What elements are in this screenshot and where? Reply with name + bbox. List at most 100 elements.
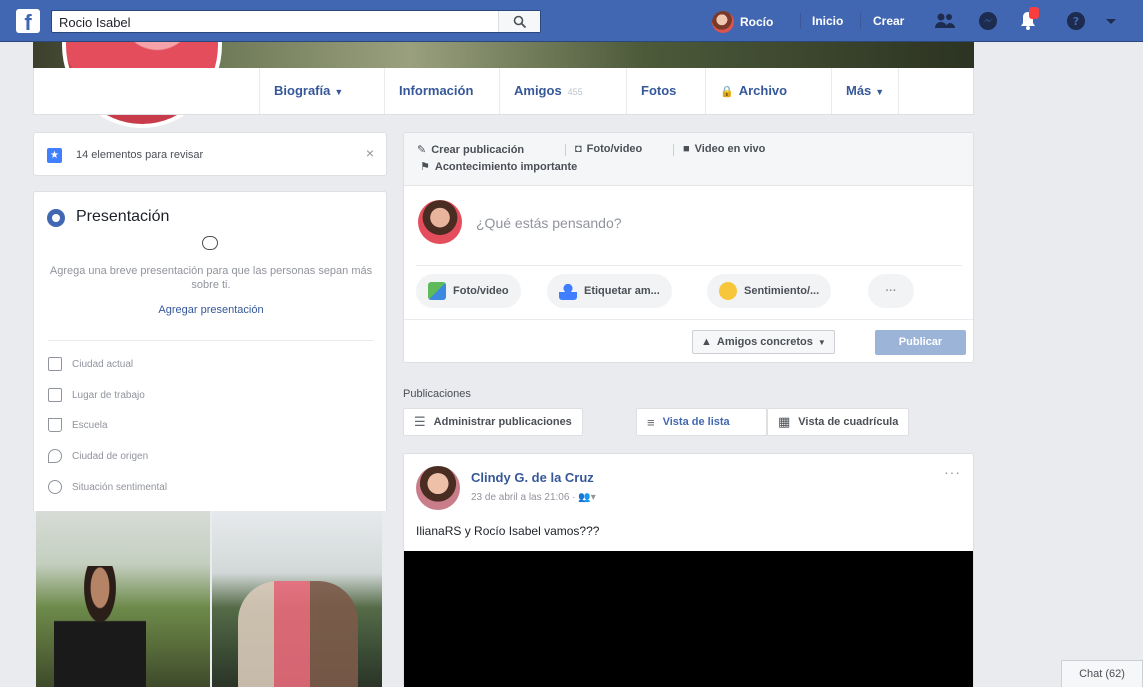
manage-posts-button[interactable]: ☰ Administrar publicaciones [403, 408, 583, 436]
graduation-cap-icon [48, 418, 62, 432]
close-icon[interactable]: × [366, 145, 374, 161]
nav-user-name: Rocío [740, 15, 774, 29]
photo-video-option[interactable]: ◘ Foto/video [575, 143, 642, 155]
intro-item-workplace[interactable]: Lugar de trabajo [48, 387, 145, 403]
briefcase-icon [48, 388, 62, 402]
facebook-logo-icon[interactable]: f [16, 9, 40, 33]
button-label: Foto/video [453, 285, 509, 297]
chevron-down-icon: ▼ [875, 87, 885, 97]
post-video[interactable] [404, 551, 973, 687]
avatar[interactable] [416, 466, 460, 510]
intro-card: Presentación Agrega una breve presentaci… [33, 191, 387, 511]
photo-thumbnail[interactable] [36, 511, 210, 687]
more-options-button[interactable]: ··· [868, 274, 914, 308]
button-label: Sentimiento/... [744, 285, 820, 297]
list-view-button[interactable]: ≡ Vista de lista [636, 408, 767, 436]
nav-create-link[interactable]: Crear [873, 14, 904, 28]
create-post-option[interactable]: ✎ Crear publicación [417, 143, 524, 157]
more-dots-icon: ··· [885, 285, 897, 297]
tab-friends[interactable]: Amigos 455 [499, 68, 597, 114]
items-to-review-card[interactable]: ★ 14 elementos para revisar × [33, 132, 387, 176]
divider [673, 144, 674, 156]
search-icon [513, 15, 527, 29]
intro-item-label: Lugar de trabajo [72, 389, 145, 401]
tag-friends-button[interactable]: Etiquetar am... [547, 274, 672, 308]
composer-options: ✎ Crear publicación ◘ Foto/video ■ Video en… [404, 133, 973, 186]
photo-video-button[interactable]: Foto/video [416, 274, 521, 308]
publish-button[interactable]: Publicar [875, 330, 966, 355]
tag-friends-icon [559, 282, 577, 300]
relationship-icon [48, 480, 62, 494]
intro-item-current-city[interactable]: Ciudad actual [48, 356, 133, 372]
photo-icon [428, 282, 446, 300]
account-menu-chevron-down-icon[interactable] [1104, 11, 1118, 31]
button-label: Vista de lista [662, 416, 730, 428]
help-icon[interactable]: ? [1065, 11, 1087, 31]
photo-subject [54, 566, 146, 687]
star-icon: ★ [47, 148, 62, 163]
audience-selector[interactable]: ▲ Amigos concretos ▼ [692, 330, 835, 354]
post-composer: ✎ Crear publicación ◘ Foto/video ■ Video en… [403, 132, 974, 363]
avatar [712, 11, 734, 33]
post-timestamp[interactable]: 23 de abril a las 21:06 · [471, 492, 576, 503]
profile-tabs-bar: Biografía ▼ Información Amigos 455 Fotos 🔒… [33, 68, 974, 115]
divider [48, 340, 374, 341]
nav-divider [860, 13, 861, 29]
grid-view-button[interactable]: ▦ Vista de cuadrícula [767, 408, 910, 436]
items-to-review-label: 14 elementos para revisar [76, 149, 204, 161]
intro-item-school[interactable]: Escuela [48, 417, 108, 433]
tab-label: Biografía [274, 83, 331, 98]
option-label: Foto/video [586, 143, 643, 155]
friends-audience-icon[interactable]: 👥▾ [578, 492, 595, 503]
search-button[interactable] [498, 11, 540, 32]
intro-item-relationship[interactable]: Situación sentimental [48, 479, 167, 495]
status-input[interactable]: ¿Qué estás pensando? [476, 215, 622, 231]
option-label: Video en vivo [694, 143, 766, 155]
person-icon: ▲ [701, 336, 712, 348]
tab-biography[interactable]: Biografía ▼ [259, 68, 357, 114]
post-author-link[interactable]: Clindy G. de la Cruz [471, 470, 594, 485]
intro-item-hometown[interactable]: Ciudad de origen [48, 448, 148, 464]
nav-home-link[interactable]: Inicio [812, 14, 843, 28]
tab-label: Más [846, 83, 872, 98]
post-options-icon[interactable]: ··· [944, 464, 961, 480]
smiley-icon [719, 282, 737, 300]
nav-profile-link[interactable]: Rocío [712, 10, 773, 34]
pencil-icon: ✎ [417, 144, 427, 156]
intro-item-label: Situación sentimental [72, 481, 168, 493]
messenger-icon[interactable] [977, 11, 999, 31]
chevron-down-icon: ▼ [334, 87, 344, 97]
location-pin-icon [48, 449, 62, 463]
intro-item-label: Ciudad actual [72, 358, 134, 370]
flag-icon: ⚑ [420, 161, 430, 173]
live-video-option[interactable]: ■ Video en vivo [683, 143, 765, 155]
composer-footer: ▲ Amigos concretos ▼ Publicar [404, 319, 973, 363]
button-label: Etiquetar am... [584, 285, 660, 297]
life-event-option[interactable]: ⚑ Acontecimiento importante [420, 160, 578, 174]
tab-more[interactable]: Más ▼ [831, 68, 900, 114]
tab-information[interactable]: Información [384, 68, 487, 114]
friend-requests-icon[interactable] [934, 11, 956, 31]
nav-divider [800, 13, 801, 29]
camera-icon: ◘ [575, 143, 582, 155]
feeling-activity-button[interactable]: Sentimiento/... [707, 274, 832, 308]
tab-label: Archivo [738, 83, 788, 98]
tab-photos[interactable]: Fotos [626, 68, 690, 114]
grid-icon: ▦ [778, 414, 791, 429]
tab-archive[interactable]: 🔒 Archivo [705, 68, 801, 114]
post-meta: 23 de abril a las 21:06 · 👥▾ [471, 492, 596, 503]
speech-bubble-icon [202, 236, 218, 250]
add-intro-link[interactable]: Agregar presentación [34, 304, 388, 316]
globe-icon [47, 209, 65, 227]
tab-label: Fotos [641, 83, 677, 98]
chat-tab[interactable]: Chat (62) [1061, 660, 1143, 687]
photo-thumbnail[interactable] [212, 511, 382, 687]
friends-count: 455 [567, 87, 583, 97]
intro-item-label: Escuela [72, 419, 108, 431]
divider [416, 265, 962, 266]
notifications-icon[interactable] [1017, 6, 1039, 32]
search-input[interactable]: Rocio Isabel [59, 15, 131, 30]
option-label: Acontecimiento importante [434, 160, 578, 173]
top-navigation-bar: f Rocio Isabel Rocío Inicio Crear ? [0, 0, 1143, 42]
search-box[interactable]: Rocio Isabel [51, 10, 541, 33]
